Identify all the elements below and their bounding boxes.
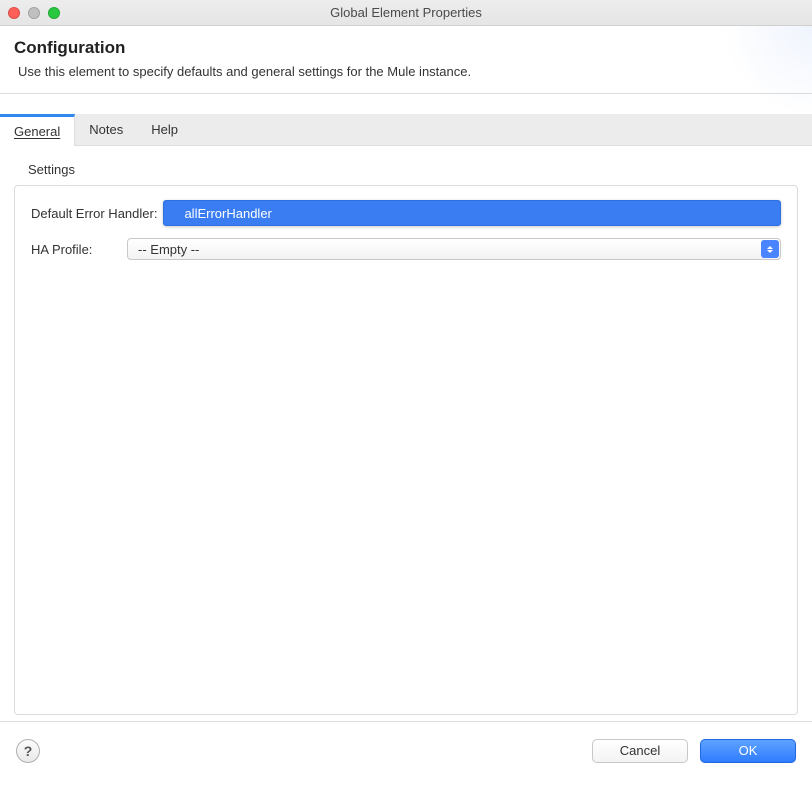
page-subtitle: Use this element to specify defaults and… <box>14 64 794 79</box>
maximize-icon[interactable] <box>48 7 60 19</box>
ha-profile-value: -- Empty -- <box>138 242 199 257</box>
help-button[interactable]: ? <box>16 739 40 763</box>
window-title: Global Element Properties <box>0 5 812 20</box>
tab-help[interactable]: Help <box>137 114 192 145</box>
tab-notes[interactable]: Notes <box>75 114 137 145</box>
select-arrows-icon[interactable] <box>761 240 779 258</box>
main-panel: Settings Default Error Handler: allError… <box>0 146 812 721</box>
default-error-handler-value: allErrorHandler <box>184 206 271 221</box>
default-error-handler-label: Default Error Handler: <box>31 206 157 221</box>
ha-profile-select[interactable]: -- Empty -- <box>127 238 781 260</box>
default-error-handler-combobox[interactable]: allErrorHandler <box>163 200 781 226</box>
cancel-button[interactable]: Cancel <box>592 739 688 763</box>
ha-profile-row: HA Profile: -- Empty -- <box>31 238 781 260</box>
default-error-handler-row: Default Error Handler: allErrorHandler <box>31 200 781 226</box>
titlebar: Global Element Properties <box>0 0 812 26</box>
header: Configuration Use this element to specif… <box>0 26 812 94</box>
tabbar: General Notes Help <box>0 114 812 146</box>
settings-box: Default Error Handler: allErrorHandler H… <box>14 185 798 715</box>
settings-section-label: Settings <box>28 162 798 177</box>
ok-button[interactable]: OK <box>700 739 796 763</box>
tab-general[interactable]: General <box>0 114 75 146</box>
page-title: Configuration <box>14 38 794 58</box>
ha-profile-label: HA Profile: <box>31 242 109 257</box>
minimize-icon[interactable] <box>28 7 40 19</box>
traffic-lights <box>8 7 60 19</box>
close-icon[interactable] <box>8 7 20 19</box>
footer: ? Cancel OK <box>0 721 812 779</box>
ha-profile-select-wrap: -- Empty -- <box>127 238 781 260</box>
